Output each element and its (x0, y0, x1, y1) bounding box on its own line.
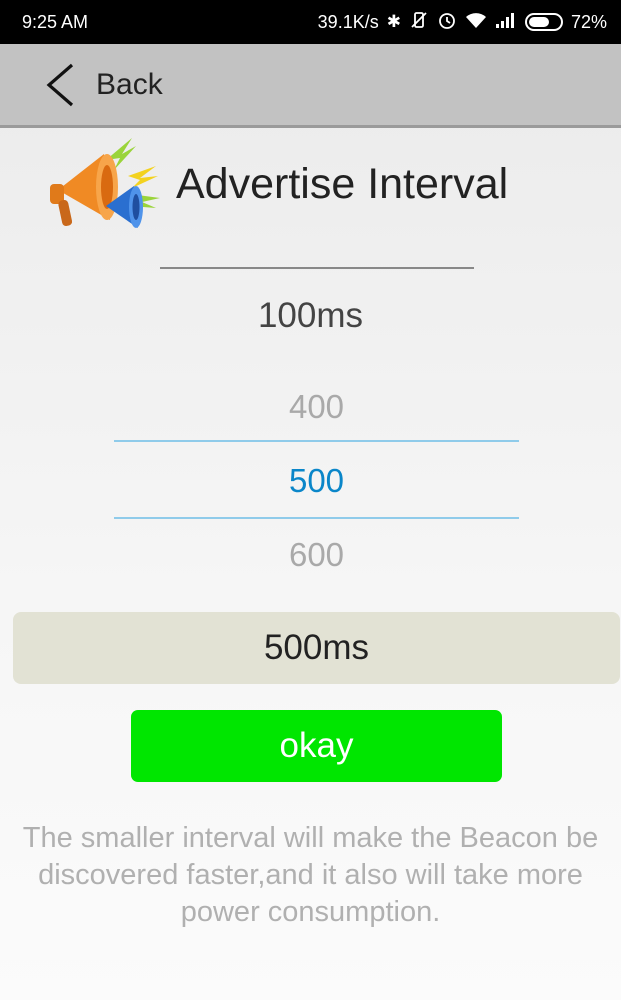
picker-item-selected[interactable]: 500 (114, 444, 519, 518)
title-row: Advertise Interval (44, 132, 584, 236)
wifi-icon (465, 11, 487, 34)
picker-item-next[interactable]: 600 (114, 518, 519, 592)
current-interval-value: 100ms (257, 296, 364, 335)
battery-percent: 72% (570, 11, 607, 32)
screen: 9:25 AM 39.1K/s ✱ 72% Back Advertise Int… (0, 0, 621, 1000)
bluetooth-icon: ✱ (386, 12, 401, 31)
status-bar: 9:25 AM 39.1K/s ✱ 72% (0, 0, 621, 44)
hint-text: The smaller interval will make the Beaco… (22, 822, 599, 928)
title-divider (160, 267, 474, 269)
okay-button[interactable]: okay (131, 710, 502, 782)
megaphone-icon (50, 138, 160, 228)
back-label: Back (96, 67, 163, 101)
selected-interval-display: 500ms (13, 612, 620, 684)
status-icons: 39.1K/s ✱ 72% (318, 10, 607, 35)
chevron-left-icon (46, 63, 74, 106)
network-speed: 39.1K/s (317, 11, 379, 32)
page-title: Advertise Interval (176, 159, 509, 208)
battery-icon (524, 13, 563, 31)
back-button[interactable]: Back (0, 44, 163, 125)
signal-icon (495, 11, 517, 34)
vibrate-icon (409, 10, 429, 35)
alarm-icon (437, 10, 457, 35)
status-time: 9:25 AM (22, 11, 89, 32)
picker-item-prev[interactable]: 400 (114, 370, 519, 444)
picker-divider-top (114, 440, 519, 442)
interval-picker[interactable]: 400 500 600 (114, 370, 519, 592)
app-header: Back (0, 44, 621, 128)
